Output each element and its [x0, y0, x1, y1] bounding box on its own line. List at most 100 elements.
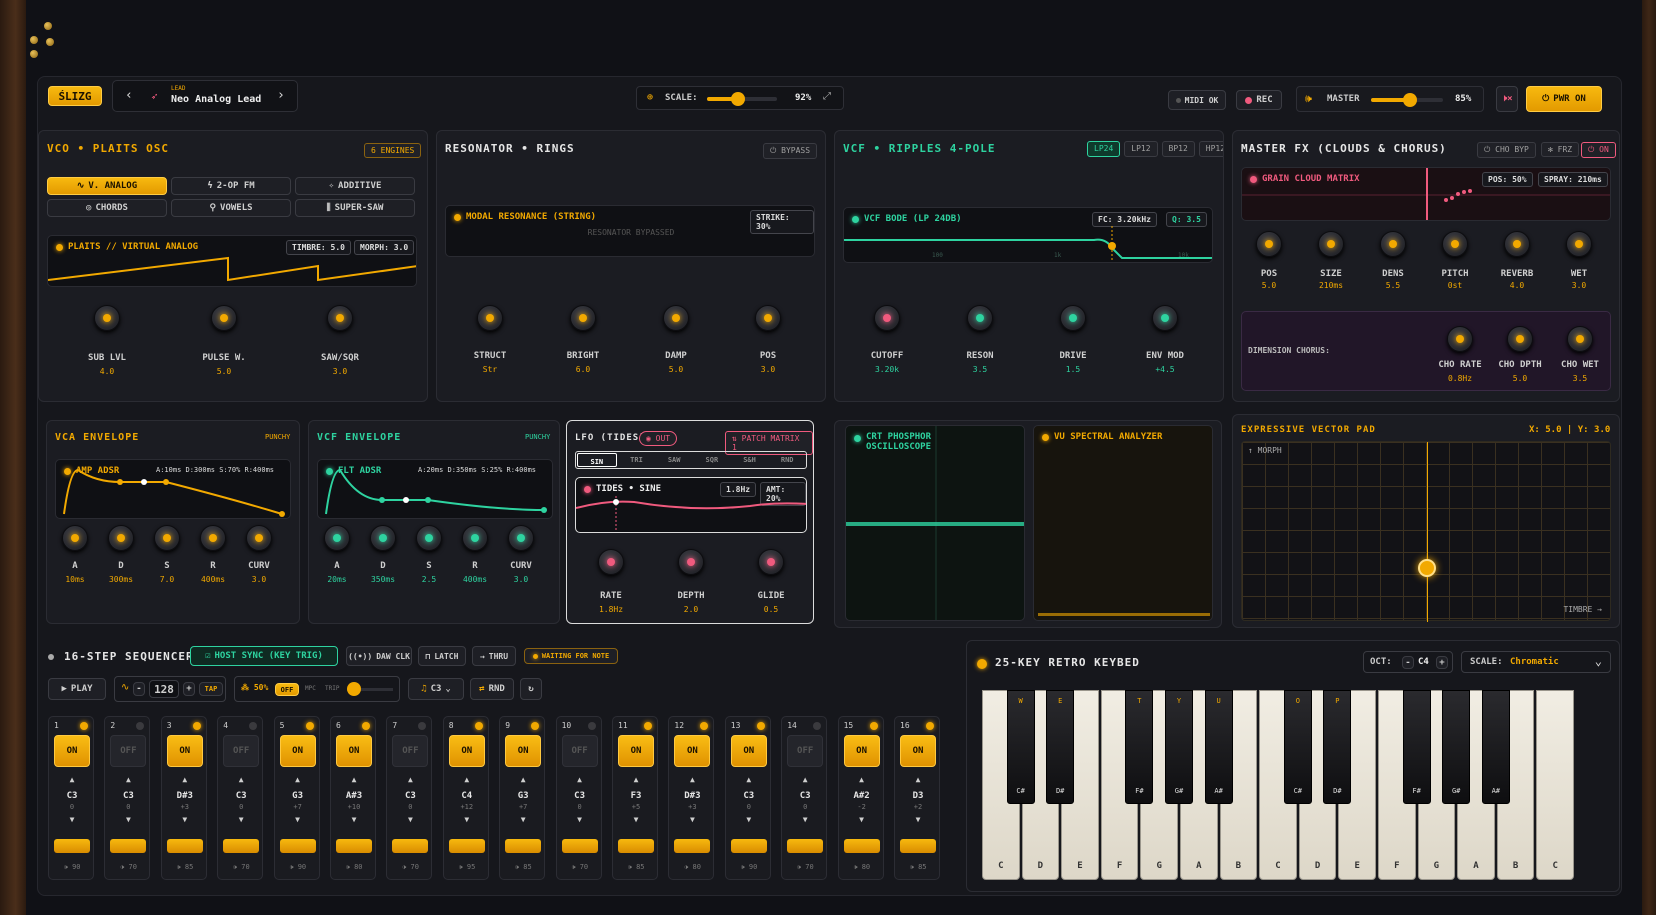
knob-wet[interactable]: [1566, 231, 1592, 257]
step-velocity-slider[interactable]: [54, 839, 90, 853]
knob-env-mod[interactable]: [1152, 305, 1178, 331]
lfo-wave-1[interactable]: TRI: [618, 452, 656, 468]
step-down-icon[interactable]: ▼: [444, 815, 490, 824]
step-down-icon[interactable]: ▼: [162, 815, 208, 824]
mode-chords[interactable]: ◎ CHORDS: [47, 199, 167, 217]
step-velocity-slider[interactable]: [110, 839, 147, 853]
black-key[interactable]: W C#: [1006, 690, 1035, 804]
daw-clock-button[interactable]: ((•)) DAW CLK: [346, 646, 412, 666]
pad-cursor[interactable]: [1418, 559, 1436, 577]
power-button[interactable]: ⏻ PWR ON: [1526, 86, 1602, 112]
black-key[interactable]: U A#: [1204, 690, 1233, 804]
step-velocity-slider[interactable]: [223, 839, 260, 853]
black-key[interactable]: O C#: [1283, 690, 1312, 804]
latch-button[interactable]: ⊓ LATCH: [418, 646, 466, 666]
knob-a[interactable]: [62, 525, 88, 551]
knob-rate[interactable]: [598, 549, 624, 575]
step-up-icon[interactable]: ▲: [726, 775, 772, 784]
play-button[interactable]: ▶ PLAY: [48, 678, 106, 700]
mode-super-saw[interactable]: ⫼ SUPER-SAW: [295, 199, 415, 217]
step-velocity-slider[interactable]: [336, 839, 372, 853]
mode-2op-fm[interactable]: ϟ 2-OP FM: [171, 177, 291, 195]
step-velocity-slider[interactable]: [166, 839, 203, 853]
step-toggle-button[interactable]: OFF: [561, 735, 598, 767]
step-velocity-slider[interactable]: [730, 839, 767, 853]
knob-cho-wet[interactable]: [1567, 326, 1593, 352]
random-button[interactable]: ⇄ RND: [470, 678, 514, 700]
step-down-icon[interactable]: ▼: [613, 815, 659, 824]
step-toggle-button[interactable]: ON: [900, 735, 936, 767]
black-key[interactable]: G#: [1442, 690, 1471, 804]
octave-down-button[interactable]: -: [1402, 656, 1414, 669]
knob-s[interactable]: [154, 525, 180, 551]
knob-r[interactable]: [462, 525, 488, 551]
lfo-wave-4[interactable]: S&H: [731, 452, 769, 468]
knob-depth[interactable]: [678, 549, 704, 575]
step-up-icon[interactable]: ▲: [839, 775, 885, 784]
knob-bright[interactable]: [570, 305, 596, 331]
step-toggle-button[interactable]: OFF: [392, 735, 429, 767]
step-toggle-button[interactable]: OFF: [223, 735, 260, 767]
step-down-icon[interactable]: ▼: [218, 815, 264, 824]
step-up-icon[interactable]: ▲: [500, 775, 546, 784]
step-toggle-button[interactable]: ON: [843, 735, 880, 767]
black-key[interactable]: F#: [1402, 690, 1431, 804]
step-toggle-button[interactable]: ON: [674, 735, 711, 767]
knob-cho-dpth[interactable]: [1507, 326, 1533, 352]
scale-select[interactable]: SCALE: Chromatic ⌄: [1461, 651, 1611, 673]
host-sync-button[interactable]: ☑ HOST SYNC (KEY TRIG): [190, 646, 338, 666]
mode-vowels[interactable]: ⚲ VOWELS: [171, 199, 291, 217]
step-down-icon[interactable]: ▼: [895, 815, 941, 824]
step-velocity-slider[interactable]: [787, 839, 824, 853]
step-toggle-button[interactable]: ON: [505, 735, 542, 767]
step-down-icon[interactable]: ▼: [49, 815, 95, 824]
step-velocity-slider[interactable]: [505, 839, 542, 853]
knob-damp[interactable]: [663, 305, 689, 331]
step-down-icon[interactable]: ▼: [500, 815, 546, 824]
knob-pos[interactable]: [755, 305, 781, 331]
knob-reverb[interactable]: [1504, 231, 1530, 257]
bpm-up-button[interactable]: +: [183, 682, 195, 696]
step-up-icon[interactable]: ▲: [49, 775, 95, 784]
step-down-icon[interactable]: ▼: [557, 815, 603, 824]
step-up-icon[interactable]: ▲: [387, 775, 433, 784]
logo-button[interactable]: ŚLIZG: [48, 86, 102, 106]
black-key[interactable]: P D#: [1323, 690, 1352, 804]
mode-lp24[interactable]: LP24: [1087, 141, 1121, 157]
knob-size[interactable]: [1318, 231, 1344, 257]
step-down-icon[interactable]: ▼: [782, 815, 828, 824]
knob-pulse-w-[interactable]: [211, 305, 237, 331]
mode-bp12[interactable]: BP12: [1161, 141, 1195, 157]
knob-pos[interactable]: [1256, 231, 1282, 257]
step-toggle-button[interactable]: ON: [336, 735, 372, 767]
knob-drive[interactable]: [1060, 305, 1086, 331]
step-down-icon[interactable]: ▼: [669, 815, 715, 824]
step-velocity-slider[interactable]: [392, 839, 429, 853]
reset-icon[interactable]: ↻: [520, 678, 542, 700]
step-velocity-slider[interactable]: [674, 839, 711, 853]
knob-glide[interactable]: [758, 549, 784, 575]
knob-curv[interactable]: [508, 525, 534, 551]
master-slider[interactable]: [1371, 93, 1443, 107]
lfo-wave-0[interactable]: SIN: [577, 453, 617, 467]
knob-pitch[interactable]: [1442, 231, 1468, 257]
step-up-icon[interactable]: ▲: [669, 775, 715, 784]
knob-cho-rate[interactable]: [1447, 326, 1473, 352]
knob-sub-lvl[interactable]: [94, 305, 120, 331]
mute-icon[interactable]: 🕨×: [1496, 86, 1518, 112]
mode-v-analog[interactable]: ∿ V. ANALOG: [47, 177, 167, 195]
step-toggle-button[interactable]: OFF: [787, 735, 824, 767]
knob-r[interactable]: [200, 525, 226, 551]
step-up-icon[interactable]: ▲: [895, 775, 941, 784]
step-toggle-button[interactable]: ON: [279, 735, 316, 767]
step-up-icon[interactable]: ▲: [557, 775, 603, 784]
step-down-icon[interactable]: ▼: [726, 815, 772, 824]
knob-d[interactable]: [108, 525, 134, 551]
knob-a[interactable]: [324, 525, 350, 551]
bpm-down-button[interactable]: -: [133, 682, 145, 696]
prev-patch-icon[interactable]: ‹: [125, 88, 133, 103]
root-note-select[interactable]: ♫ C3 ⌄: [408, 678, 464, 700]
swing-slider[interactable]: [347, 682, 393, 696]
black-key[interactable]: T F#: [1125, 690, 1154, 804]
step-toggle-button[interactable]: ON: [618, 735, 654, 767]
